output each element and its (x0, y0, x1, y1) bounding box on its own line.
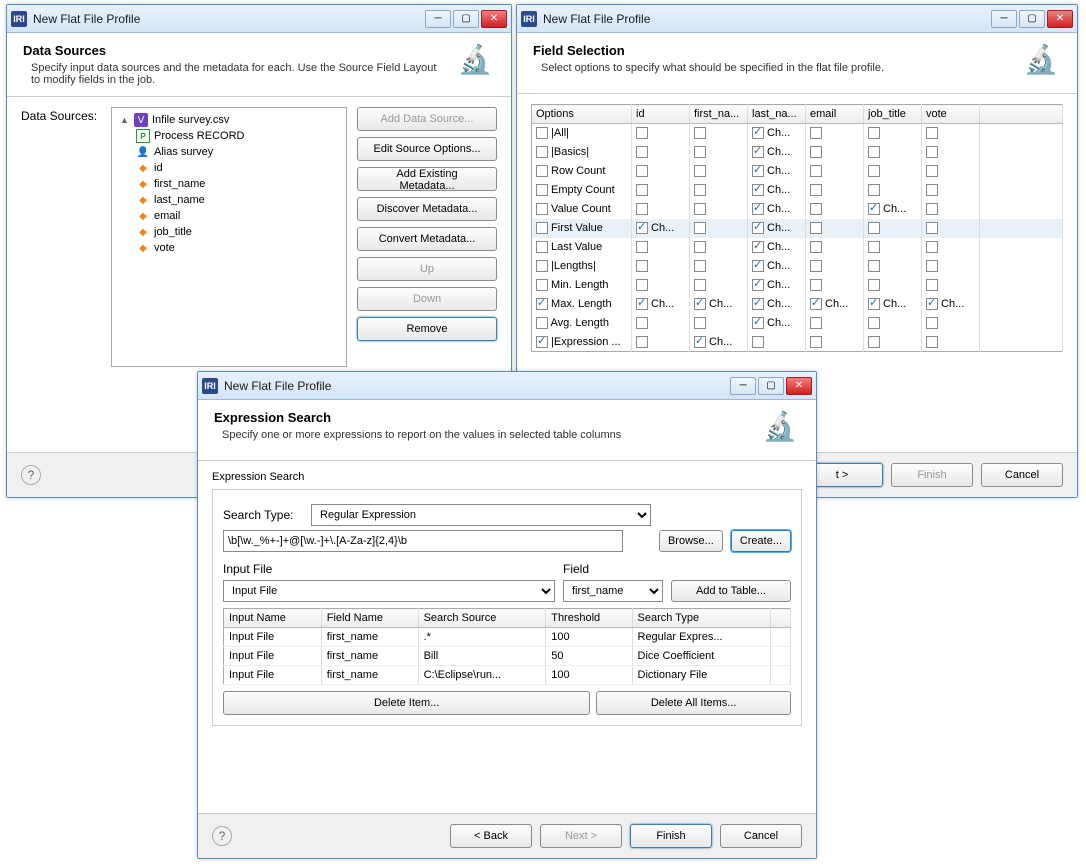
app-icon: IRI (521, 11, 537, 27)
remove-button[interactable]: Remove (357, 317, 497, 341)
help-icon[interactable]: ? (212, 826, 232, 846)
maximize-button[interactable]: ▢ (758, 377, 784, 395)
input-file-label: Input File (223, 562, 555, 576)
back-button[interactable]: < Back (450, 824, 532, 848)
app-icon: IRI (202, 378, 218, 394)
expression-search-group-label: Expression Search (212, 471, 802, 483)
expression-table[interactable]: Input NameField NameSearch SourceThresho… (223, 608, 791, 685)
banner-title: Data Sources (23, 43, 445, 58)
window-title: New Flat File Profile (224, 379, 728, 393)
down-button[interactable]: Down (357, 287, 497, 311)
field-label: Field (563, 562, 663, 576)
regex-input[interactable] (223, 530, 623, 552)
maximize-button[interactable]: ▢ (453, 10, 479, 28)
delete-all-items-button[interactable]: Delete All Items... (596, 691, 791, 715)
convert-metadata-button[interactable]: Convert Metadata... (357, 227, 497, 251)
cancel-button[interactable]: Cancel (981, 463, 1063, 487)
browse-button[interactable]: Browse... (659, 530, 723, 552)
add-to-table-button[interactable]: Add to Table... (671, 580, 791, 602)
finish-button[interactable]: Finish (630, 824, 712, 848)
microscope-icon: 🔬 (455, 43, 495, 83)
discover-metadata-button[interactable]: Discover Metadata... (357, 197, 497, 221)
close-button[interactable]: ✕ (1047, 10, 1073, 28)
banner-desc: Select options to specify what should be… (533, 62, 1011, 74)
cancel-button[interactable]: Cancel (720, 824, 802, 848)
field-selection-table[interactable]: Optionsidfirst_na...last_na...emailjob_t… (531, 104, 1063, 352)
search-type-select[interactable]: Regular Expression (311, 504, 651, 526)
data-sources-label: Data Sources: (21, 107, 101, 367)
banner-desc: Specify input data sources and the metad… (23, 62, 445, 86)
banner-title: Field Selection (533, 43, 1011, 58)
finish-button[interactable]: Finish (891, 463, 973, 487)
window-title: New Flat File Profile (543, 12, 989, 26)
titlebar[interactable]: IRI New Flat File Profile ─ ▢ ✕ (198, 372, 816, 400)
next-button[interactable]: Next > (540, 824, 622, 848)
banner-desc: Specify one or more expressions to repor… (214, 429, 750, 441)
minimize-button[interactable]: ─ (991, 10, 1017, 28)
search-type-label: Search Type: (223, 508, 303, 522)
input-file-select[interactable]: Input File (223, 580, 555, 602)
create-button[interactable]: Create... (731, 530, 791, 552)
help-icon[interactable]: ? (21, 465, 41, 485)
up-button[interactable]: Up (357, 257, 497, 281)
banner-title: Expression Search (214, 410, 750, 425)
titlebar[interactable]: IRI New Flat File Profile ─ ▢ ✕ (7, 5, 511, 33)
titlebar[interactable]: IRI New Flat File Profile ─ ▢ ✕ (517, 5, 1077, 33)
delete-item-button[interactable]: Delete Item... (223, 691, 590, 715)
field-select[interactable]: first_name (563, 580, 663, 602)
maximize-button[interactable]: ▢ (1019, 10, 1045, 28)
close-button[interactable]: ✕ (786, 377, 812, 395)
data-sources-tree[interactable]: ▲VInfile survey.csv PProcess RECORD 👤Ali… (111, 107, 347, 367)
window-title: New Flat File Profile (33, 12, 423, 26)
microscope-icon: 🔬 (1021, 43, 1061, 83)
app-icon: IRI (11, 11, 27, 27)
add-existing-metadata-button[interactable]: Add Existing Metadata... (357, 167, 497, 191)
microscope-icon: 🔬 (760, 410, 800, 450)
minimize-button[interactable]: ─ (730, 377, 756, 395)
close-button[interactable]: ✕ (481, 10, 507, 28)
window-expression-search: IRI New Flat File Profile ─ ▢ ✕ Expressi… (197, 371, 817, 859)
edit-source-options-button[interactable]: Edit Source Options... (357, 137, 497, 161)
minimize-button[interactable]: ─ (425, 10, 451, 28)
add-data-source-button[interactable]: Add Data Source... (357, 107, 497, 131)
